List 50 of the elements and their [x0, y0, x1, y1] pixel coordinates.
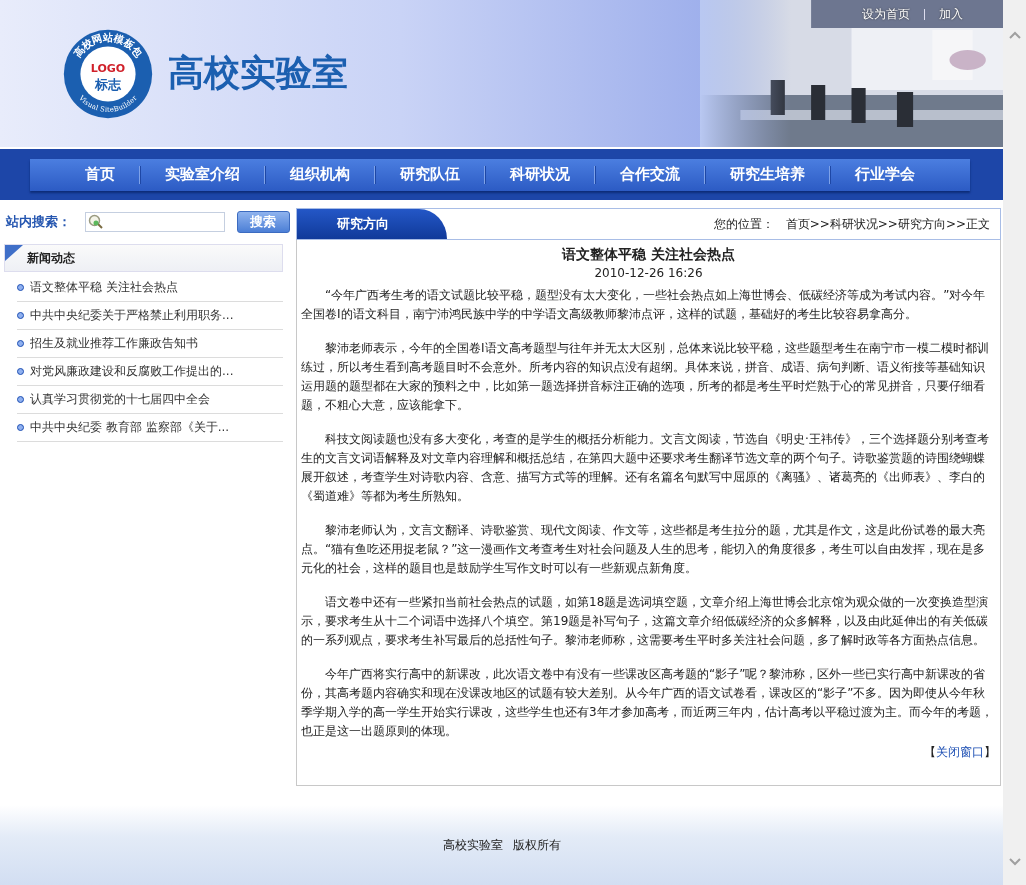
- paragraph: 今年广西将实行高中的新课改，此次语文卷中有没有一些课改区高考题的“影子”呢？黎沛称，区外一些已实行高中新课改的省份，其高考题内容确实和现在没课改地区的试题有较大差别。从今年广西的语文试卷看，课改区的“影子”不多。因为即使从今年秋季学期入学的高一学生开始实行课改，这些学生也还有3年才参加高考，而近两三年内，估计高考以平稳过渡为主。而今年的考题，也正是这一出题原则的体现。: [301, 666, 994, 740]
- bullet-icon: [17, 424, 24, 431]
- news-link[interactable]: 中共中央纪委关于严格禁止利用职务...: [30, 307, 234, 324]
- paragraph: 科技文阅读题也没有多大变化，考查的是学生的概括分析能力。文言文阅读，节选自《明史·王祎传》，三个选择题分别考查考生的文言文词语解释及对文章内容理解和概括总结，在第四大题中还要求考生翻译节选文章的两个句子。诗歌鉴赏题的诗围绕蝴蝶展开叙述，考查学生对诗歌内容、含意、描写方式等的理解。还有名篇名句默写中屈原的《离骚》、诸葛亮的《出师表》、李白的《蜀道难》等都为考生所熟知。: [301, 431, 990, 505]
- bracket: 】: [984, 745, 996, 759]
- paragraph: 黎沛老师认为，文言文翻译、诗歌鉴赏、现代文阅读、作文等，这些都是考生拉分的题，尤其是作文，这是此份试卷的最大亮点。“猫有鱼吃还用捉老鼠？”这一漫画作文考查考生对社会问题及人生的思考，能切入的角度很多，考生可以自由发挥，现在是多元化的社会，这样的题目也是鼓励学生写作文时可以有一些新观点新角度。: [301, 522, 987, 577]
- nav-item[interactable]: 研究生培养: [706, 165, 829, 184]
- nav-item[interactable]: 行业学会: [831, 165, 939, 184]
- news-link[interactable]: 对党风廉政建设和反腐败工作提出的...: [30, 363, 234, 380]
- scrollbar[interactable]: [1003, 0, 1026, 885]
- site-title: 高校实验室: [168, 51, 348, 95]
- news-link[interactable]: 招生及就业推荐工作廉政告知书: [30, 335, 198, 352]
- nav-item[interactable]: 合作交流: [596, 165, 704, 184]
- nav-item[interactable]: 组织机构: [266, 165, 374, 184]
- bullet-icon: [17, 396, 24, 403]
- nav-item[interactable]: 科研状况: [486, 165, 594, 184]
- footer-text: 高校实验室: [442, 836, 503, 854]
- news-title: 新闻动态: [27, 249, 75, 267]
- bracket: 【: [924, 745, 936, 759]
- scroll-up-icon[interactable]: [1007, 30, 1022, 40]
- logo-arc-text: 高校网站模板包: [71, 31, 145, 59]
- close-window-link[interactable]: 关闭窗口: [936, 745, 984, 759]
- search-button[interactable]: 搜索: [236, 211, 290, 233]
- nav-item[interactable]: 研究队伍: [376, 165, 484, 184]
- breadcrumb: 首页>>科研状况>>研究方向>>正文: [785, 215, 990, 233]
- top-link[interactable]: 设为首页: [862, 6, 910, 23]
- nav-item[interactable]: 首页: [61, 165, 139, 184]
- bullet-icon: [17, 340, 24, 347]
- top-link[interactable]: 加入: [939, 6, 963, 23]
- bullet-icon: [17, 284, 24, 291]
- footer-text: 版权所有: [512, 836, 561, 854]
- search-field[interactable]: [84, 212, 225, 232]
- paragraph: 语文卷中还有一些紧扣当前社会热点的试题，如第18题是选词填空题，文章介绍上海世博会北京馆为观众做的一次变换造型演示，要求考生从十二个词语中选择八个填空。第19题是补写句子，这篇文章介绍低碳经济的众多解释，以及由此延伸出的有关低碳的一系列观点，要求考生补写最后的总括性句子。黎沛老师称，这需要考生平时多关注社会问题，多了解时政等各方面热点信息。: [301, 594, 990, 649]
- bullet-icon: [17, 312, 24, 319]
- article-title: 语文整体平稳 关注社会热点: [560, 246, 736, 264]
- corner-icon: [5, 245, 23, 261]
- scroll-down-icon[interactable]: [1007, 857, 1022, 867]
- news-link[interactable]: 认真学习贯彻党的十七届四中全会: [30, 391, 210, 408]
- nav-item[interactable]: 实验室介绍: [141, 165, 264, 184]
- breadcrumb-label: 您的位置：: [713, 215, 774, 233]
- news-link[interactable]: 语文整体平稳 关注社会热点: [30, 279, 178, 296]
- paragraph: 黎沛老师表示，今年的全国卷Ⅰ语文高考题型与往年并无太大区别，总体来说比较平稳，这些题型考生在南宁市一模二模时都训练过，所以考生看到高考题目时不会意外。所考内容的知识点没有超纲。具体来说，拼音、成语、病句判断、语义衔接等基础知识运用题的题型都在大家的预料之中，比如第一题选择拼音标注正确的选项，所考的都是考生平时烂熟于心的常见拼音，只要仔细看题，不粗心大意，应该能拿下。: [301, 340, 990, 414]
- article-date: 2010-12-26 16:26: [593, 266, 704, 280]
- search-label: 站内搜索：: [6, 213, 72, 231]
- logo-text: 标志: [95, 76, 121, 92]
- paragraph: “今年广西考生考的语文试题比较平稳，题型没有太大变化，一些社会热点如上海世博会、低碳经济等成为考试内容。”对今年全国卷Ⅰ的语文科目，南宁沛鸿民族中学的中学语文高级教师黎沛点评，这样的试题，基础好的考生比较容易拿高分。: [301, 287, 987, 323]
- news-link[interactable]: 中共中央纪委 教育部 监察部《关于...: [30, 419, 230, 436]
- bullet-icon: [17, 368, 24, 375]
- search-icon: [87, 214, 104, 230]
- logo-text: LOGO: [90, 61, 126, 75]
